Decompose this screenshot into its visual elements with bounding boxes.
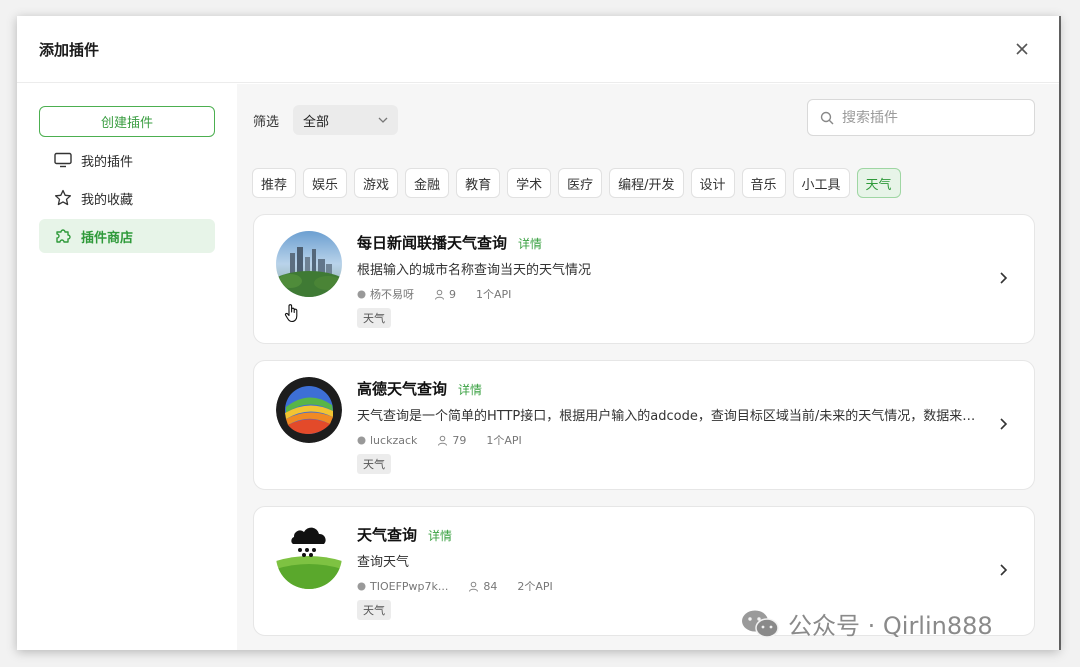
author-name: 杨不易呀 bbox=[370, 288, 414, 301]
plugin-title-row: 高德天气查询 详情 bbox=[357, 378, 482, 399]
user-count: 9 bbox=[449, 287, 456, 301]
category-tab[interactable]: 金融 bbox=[405, 168, 450, 198]
chevron-down-icon bbox=[378, 117, 388, 123]
plugin-avatar-city bbox=[276, 231, 342, 297]
plugin-title-row: 每日新闻联播天气查询 详情 bbox=[357, 232, 542, 253]
sidebar-item-label: 我的插件 bbox=[81, 154, 134, 170]
category-tab[interactable]: 音乐 bbox=[741, 168, 786, 198]
category-tab[interactable]: 设计 bbox=[690, 168, 735, 198]
plugin-title-row: 天气查询 详情 bbox=[357, 524, 452, 545]
plugin-tag: 天气 bbox=[357, 454, 391, 474]
search-icon bbox=[820, 111, 834, 124]
plugin-description: 根据输入的城市名称查询当天的天气情况 bbox=[357, 263, 592, 278]
category-tab[interactable]: 小工具 bbox=[792, 168, 850, 198]
hand-cursor-icon bbox=[284, 304, 298, 323]
plugin-tag: 天气 bbox=[357, 308, 391, 328]
sidebar-item-my-plugins[interactable]: 我的插件 bbox=[39, 143, 215, 177]
search-input[interactable] bbox=[842, 109, 1012, 126]
sidebar-item-my-favorites[interactable]: 我的收藏 bbox=[39, 181, 215, 215]
plugin-tag: 天气 bbox=[357, 600, 391, 620]
category-tabs: 推荐 娱乐 游戏 金融 教育 学术 医疗 编程/开发 设计 音乐 小工具 天气 bbox=[252, 168, 908, 198]
user-icon bbox=[438, 435, 448, 446]
plugin-description: 天气查询是一个简单的HTTP接口，根据用户输入的adcode，查询目标区域当前/… bbox=[357, 409, 982, 424]
close-button[interactable] bbox=[1011, 38, 1033, 60]
sidebar-item-label: 插件商店 bbox=[81, 230, 134, 246]
api-count: 1个API bbox=[486, 434, 522, 447]
sidebar: 创建插件 我的插件 我的收藏 插件商店 bbox=[17, 84, 237, 650]
filter-row: 筛选 全部 bbox=[253, 105, 399, 135]
chevron-right-icon bbox=[1000, 564, 1008, 576]
plugin-users: 79 bbox=[437, 434, 466, 447]
search-box[interactable] bbox=[807, 99, 1035, 136]
plugin-author: luckzack bbox=[357, 434, 417, 447]
category-tab[interactable]: 教育 bbox=[456, 168, 501, 198]
category-tab[interactable]: 编程/开发 bbox=[609, 168, 684, 198]
wechat-icon bbox=[742, 610, 779, 638]
api-count: 2个API bbox=[517, 580, 553, 593]
user-icon bbox=[469, 581, 479, 592]
category-tab[interactable]: 娱乐 bbox=[303, 168, 348, 198]
plugin-users: 9 bbox=[434, 288, 456, 301]
plugin-avatar-cloud bbox=[276, 523, 342, 589]
monitor-icon bbox=[53, 150, 73, 170]
plugin-author: TIOEFPwp7k... bbox=[357, 580, 448, 593]
puzzle-icon bbox=[53, 226, 73, 246]
filter-label: 筛选 bbox=[253, 114, 280, 130]
plugin-description: 查询天气 bbox=[357, 555, 410, 570]
user-count: 84 bbox=[483, 579, 498, 593]
chevron-right-icon bbox=[1000, 272, 1008, 284]
plugin-list: 每日新闻联播天气查询 详情 根据输入的城市名称查询当天的天气情况 杨不易呀 9 … bbox=[253, 214, 1035, 650]
category-tab[interactable]: 医疗 bbox=[558, 168, 603, 198]
add-plugin-dialog: 添加插件 创建插件 我的插件 我的收藏 插件商店 筛选 全部 搜索插件 推荐 娱… bbox=[17, 16, 1059, 650]
author-icon bbox=[357, 290, 366, 298]
api-count: 1个API bbox=[476, 288, 512, 301]
detail-link[interactable]: 详情 bbox=[518, 235, 542, 252]
create-plugin-button[interactable]: 创建插件 bbox=[39, 106, 215, 137]
dialog-header: 添加插件 bbox=[17, 16, 1059, 83]
plugin-meta: 杨不易呀 9 1个API bbox=[357, 286, 531, 302]
author-name: TIOEFPwp7k... bbox=[370, 579, 449, 593]
author-icon bbox=[357, 436, 366, 444]
plugin-title: 高德天气查询 bbox=[357, 380, 448, 398]
dialog-title: 添加插件 bbox=[39, 40, 100, 59]
category-tab[interactable]: 游戏 bbox=[354, 168, 399, 198]
watermark: 公众号 · Qirlin888 bbox=[740, 606, 993, 641]
plugin-title: 每日新闻联播天气查询 bbox=[357, 234, 508, 252]
detail-link[interactable]: 详情 bbox=[428, 527, 452, 544]
plugin-meta: luckzack 79 1个API bbox=[357, 432, 542, 448]
category-tab[interactable]: 推荐 bbox=[252, 168, 297, 198]
plugin-card[interactable]: 每日新闻联播天气查询 详情 根据输入的城市名称查询当天的天气情况 杨不易呀 9 … bbox=[253, 214, 1035, 344]
plugin-store-panel: 筛选 全部 推荐 娱乐 游戏 金融 教育 学术 医疗 编程/开发 设计 音乐 小… bbox=[237, 84, 1059, 650]
author-name: luckzack bbox=[370, 433, 418, 447]
sidebar-item-label: 我的收藏 bbox=[81, 192, 134, 208]
filter-select[interactable]: 全部 bbox=[293, 105, 399, 135]
user-count: 79 bbox=[452, 433, 467, 447]
plugin-author: 杨不易呀 bbox=[357, 286, 414, 302]
category-tab[interactable]: 学术 bbox=[507, 168, 552, 198]
close-icon bbox=[1016, 43, 1028, 55]
plugin-avatar-amap bbox=[276, 377, 342, 443]
category-tab-active[interactable]: 天气 bbox=[856, 168, 901, 198]
watermark-text: 公众号 · Qirlin888 bbox=[788, 612, 993, 640]
user-icon bbox=[435, 289, 444, 300]
star-icon bbox=[53, 188, 73, 208]
plugin-users: 84 bbox=[468, 580, 497, 593]
filter-selected-value: 全部 bbox=[303, 114, 330, 130]
sidebar-item-plugin-store[interactable]: 插件商店 bbox=[39, 219, 215, 253]
chevron-right-icon bbox=[1000, 418, 1008, 430]
plugin-meta: TIOEFPwp7k... 84 2个API bbox=[357, 578, 573, 594]
plugin-card[interactable]: 高德天气查询 详情 天气查询是一个简单的HTTP接口，根据用户输入的adcode… bbox=[253, 360, 1035, 490]
plugin-title: 天气查询 bbox=[357, 526, 418, 544]
detail-link[interactable]: 详情 bbox=[458, 381, 482, 398]
author-icon bbox=[357, 582, 366, 590]
